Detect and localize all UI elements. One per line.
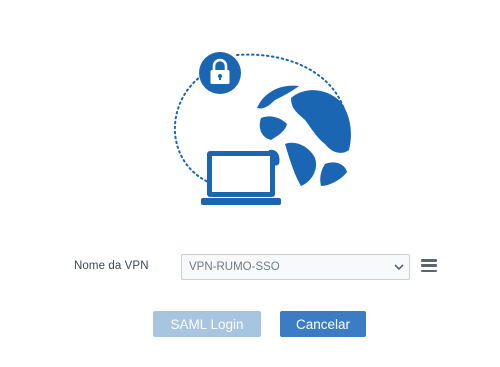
vpn-name-select[interactable]: VPN-RUMO-SSO <box>181 254 410 280</box>
vpn-name-row: Nome da VPN VPN-RUMO-SSO <box>0 254 500 282</box>
saml-login-button[interactable]: SAML Login <box>153 311 261 337</box>
menu-icon[interactable] <box>421 259 437 273</box>
laptop-icon <box>201 151 281 205</box>
chevron-down-icon <box>394 264 404 271</box>
vpn-illustration-icon <box>174 52 352 205</box>
vpn-name-select-value: VPN-RUMO-SSO <box>189 261 280 273</box>
lock-icon <box>199 52 241 94</box>
vpn-connect-dialog: Nome da VPN VPN-RUMO-SSO SAML Login Canc… <box>0 0 500 367</box>
vpn-name-label: Nome da VPN <box>74 260 149 272</box>
cancel-button[interactable]: Cancelar <box>280 311 366 337</box>
